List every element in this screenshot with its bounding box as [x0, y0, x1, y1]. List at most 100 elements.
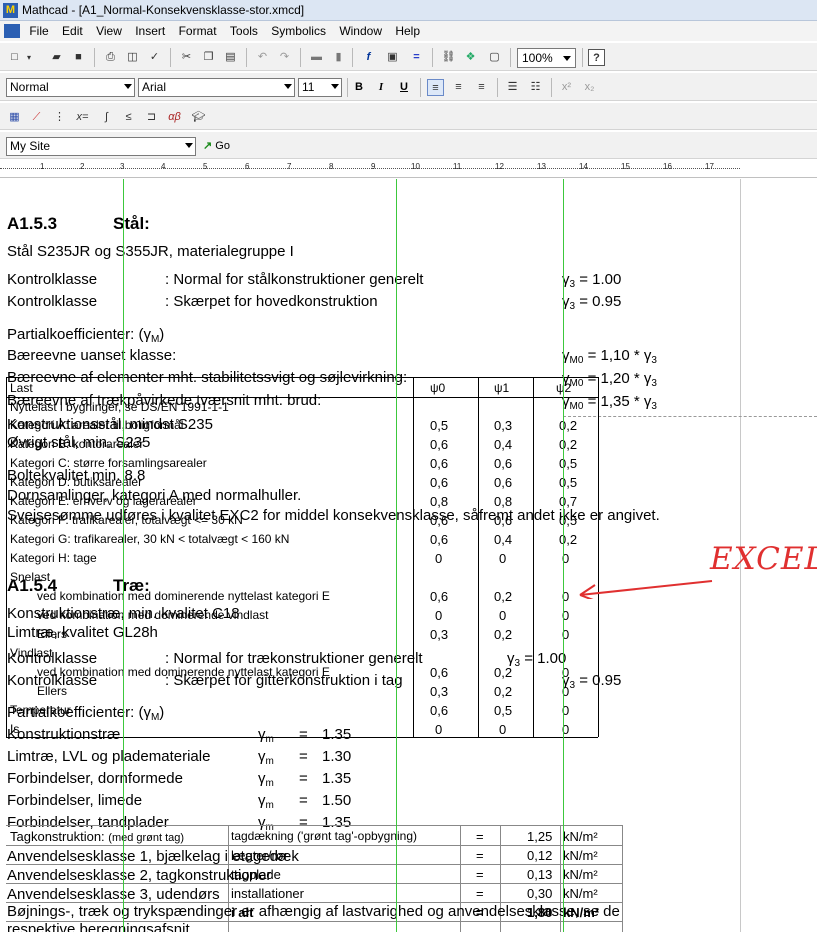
open-folder-icon[interactable]: ▰: [48, 49, 65, 66]
psi-value: 0,6: [430, 456, 449, 471]
undo-icon[interactable]: ↶: [254, 49, 271, 66]
psi-value: 0,6: [494, 456, 513, 471]
insert-hyperlink-icon[interactable]: ⛓: [440, 49, 457, 66]
align-across-icon[interactable]: ▬: [308, 49, 325, 66]
font-select[interactable]: Arial: [138, 78, 295, 97]
psi-value: 0,2: [559, 437, 578, 452]
psi-row-label: Kategori A: arealer til boligformål: [10, 418, 184, 432]
italic-button[interactable]: I: [372, 79, 390, 96]
greek-icon[interactable]: αβ: [166, 109, 183, 126]
psi-value: 0,2: [494, 684, 513, 699]
redo-icon[interactable]: ↷: [276, 49, 293, 66]
align-right-icon[interactable]: ≡: [473, 79, 490, 96]
psi-header-1: ψ1: [494, 381, 510, 395]
roof-val: 1,25: [527, 829, 553, 844]
boolean-icon[interactable]: ≤: [120, 109, 137, 126]
psi-header-0: ψ0: [430, 381, 446, 395]
font-size-select[interactable]: 11: [298, 78, 342, 97]
formatting-toolbar: Normal Arial 11 B I U ≡ ≡ ≡ ☰ ☷ x² x₂: [0, 72, 817, 101]
psi-value: 0,2: [559, 418, 578, 433]
new-document-icon[interactable]: □: [6, 49, 23, 66]
resources-icon[interactable]: ❖: [462, 49, 479, 66]
copy-icon[interactable]: ❐: [200, 49, 217, 66]
psi-value: 0,6: [494, 475, 513, 490]
matrix-icon[interactable]: ⋮: [51, 109, 68, 126]
site-select[interactable]: My Site: [6, 137, 196, 156]
menu-format[interactable]: Format: [174, 21, 222, 41]
psi-value: 0,3: [494, 418, 513, 433]
insert-unit-icon[interactable]: ▣: [384, 49, 401, 66]
section-title-wood: Træ:: [113, 576, 150, 595]
graph-icon[interactable]: ⟋: [28, 109, 45, 126]
underline-button[interactable]: U: [395, 79, 413, 96]
document-menu-icon[interactable]: [4, 24, 20, 38]
steel-partial-coefficients: Partialkoefficienter: (γM): [7, 326, 165, 345]
print-preview-icon[interactable]: ◫: [124, 49, 141, 66]
psi-value: 0,5: [559, 475, 578, 490]
gm-symbol: γm: [258, 726, 274, 745]
calculate-icon[interactable]: =: [408, 49, 425, 66]
menu-insert[interactable]: Insert: [130, 21, 170, 41]
psi-row-label: Nyttelast i bygninger, se DS/EN 1991-1-1: [10, 400, 229, 414]
component-icon[interactable]: ▢: [486, 49, 503, 66]
psi-value: 0,3: [430, 684, 449, 699]
excel-arrow: [579, 580, 713, 599]
print-icon[interactable]: ⎙: [102, 49, 119, 66]
superscript-icon[interactable]: x²: [558, 79, 575, 96]
ruler-number: 13: [537, 162, 546, 171]
psi-value: 0: [435, 722, 443, 737]
gm-value: 1.30: [322, 748, 352, 765]
menu-view[interactable]: View: [91, 21, 127, 41]
menu-file[interactable]: File: [24, 21, 53, 41]
stress-note-line-2: respektive beregningsafsnit: [7, 921, 190, 932]
bold-button[interactable]: B: [350, 79, 368, 96]
menu-edit[interactable]: Edit: [57, 21, 88, 41]
align-down-icon[interactable]: ▮: [330, 49, 347, 66]
ruler[interactable]: 1 2 3 4 5 6 7 8 9 10 11 12 13 14 15 16 1…: [0, 160, 817, 178]
bullets-icon[interactable]: ☰: [504, 79, 521, 96]
menu-help[interactable]: Help: [390, 21, 425, 41]
ruler-number: 17: [705, 162, 714, 171]
roof-eq: =: [476, 886, 484, 901]
table-border: [478, 377, 479, 737]
calculus-icon[interactable]: ∫: [98, 109, 115, 126]
calculator-icon[interactable]: ▦: [6, 109, 23, 126]
psi-value: 0,6: [430, 703, 449, 718]
insert-function-icon[interactable]: f: [360, 49, 377, 66]
cut-icon[interactable]: ✂: [178, 49, 195, 66]
spell-check-icon[interactable]: ✓: [146, 49, 163, 66]
style-select[interactable]: Normal: [6, 78, 135, 97]
worksheet[interactable]: A1.5.3 Stål: Stål S235JR og S355JR, mate…: [0, 179, 817, 932]
standard-toolbar: □ ▾ ▰ ■ ⎙ ◫ ✓ ✂ ❐ ▤ ↶ ↷ ▬ ▮ f ▣ = ⛓ ❖ ▢ …: [0, 42, 817, 71]
site-value: My Site: [10, 139, 51, 153]
psi-row-label: Kategori H: tage: [10, 551, 97, 565]
new-dropdown-icon[interactable]: ▾: [24, 49, 34, 66]
subscript-icon[interactable]: x₂: [581, 79, 598, 96]
go-button[interactable]: ↗ Go: [203, 137, 230, 156]
align-center-icon[interactable]: ≡: [450, 79, 467, 96]
psi-value: 0,6: [430, 513, 449, 528]
align-left-icon[interactable]: ≡: [427, 79, 444, 96]
evaluation-icon[interactable]: x=: [74, 109, 91, 126]
save-icon[interactable]: ■: [70, 49, 87, 66]
paste-icon[interactable]: ▤: [222, 49, 239, 66]
roof-item: tagdækning ('grønt tag'-opbygning): [231, 829, 418, 843]
table-border: [6, 377, 598, 378]
menu-tools[interactable]: Tools: [225, 21, 263, 41]
psi-value: 0,6: [430, 532, 449, 547]
symbolic-icon[interactable]: 🎓︎: [190, 109, 207, 126]
excel-annotation: EXCEL: [710, 541, 817, 577]
style-value: Normal: [10, 80, 49, 94]
go-label: Go: [215, 140, 230, 152]
programming-icon[interactable]: ⊐: [143, 109, 160, 126]
menu-window[interactable]: Window: [334, 21, 387, 41]
ruler-number: 2: [80, 162, 85, 171]
zoom-select[interactable]: 100%: [517, 48, 576, 68]
psi-value: 0,4: [494, 532, 513, 547]
ruler-number: 3: [120, 162, 125, 171]
service-class-1: Anvendelsesklasse 1, bjælkelag i etagedæ…: [7, 848, 299, 865]
numbering-icon[interactable]: ☷: [527, 79, 544, 96]
guide-line: [396, 179, 397, 932]
menu-symbolics[interactable]: Symbolics: [266, 21, 331, 41]
help-icon[interactable]: ?: [588, 49, 605, 66]
